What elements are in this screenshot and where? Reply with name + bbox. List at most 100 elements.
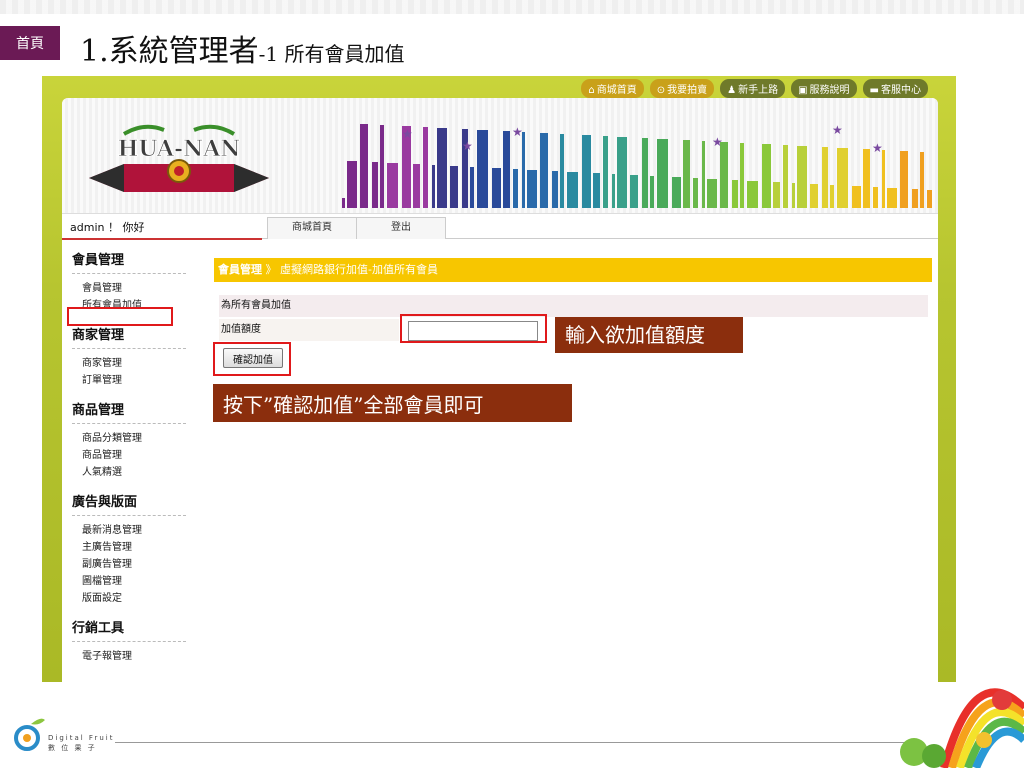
amount-label: 加值額度: [221, 324, 261, 335]
star-icon: ★: [402, 127, 413, 141]
breadcrumb-path: 虛擬網路銀行加值-加值所有會員: [280, 263, 438, 276]
skyline-building: [437, 128, 447, 208]
sidebar-section-marketing: 行銷工具 電子報管理: [62, 617, 192, 665]
skyline-building: [810, 184, 818, 208]
toplink-auction[interactable]: ⊙ 我要拍賣: [649, 79, 715, 98]
toplink-guide[interactable]: ♟ 新手上路: [720, 79, 786, 98]
skyline-building: [432, 165, 435, 208]
skyline-building: [552, 171, 558, 208]
footer-brand-en: Digital Fruit: [48, 734, 115, 742]
footer-brand: Digital Fruit 數 位 果 子: [48, 733, 114, 753]
sidebar-section-merchants: 商家管理 商家管理 訂單管理: [62, 324, 192, 389]
hua-nan-logo[interactable]: HUA-NAN: [84, 116, 274, 201]
skyline-building: [540, 133, 548, 208]
sidebar-section-products: 商品管理 商品分類管理 商品管理 人氣精選: [62, 399, 192, 481]
footer-divider: [115, 742, 910, 743]
sidebar-item-main-ad-manage[interactable]: 主廣告管理: [82, 539, 192, 556]
rainbow-decoration: [900, 688, 1024, 768]
skyline-building: [797, 146, 807, 208]
sidebar-item-category-manage[interactable]: 商品分類管理: [82, 430, 192, 447]
slide-title: 1.系統管理者-1 所有會員加值: [80, 26, 404, 70]
auction-icon: ⊙: [656, 85, 666, 96]
sidebar-section-title: 廣告與版面: [72, 491, 186, 516]
footer-brand-zh: 數 位 果 子: [48, 744, 97, 752]
skyline-building: [657, 139, 668, 208]
skyline-building: [707, 179, 717, 208]
slide-title-main: 1.系統管理者: [80, 34, 259, 69]
website-screenshot: ⌂ 商城首頁 ⊙ 我要拍賣 ♟ 新手上路 ▣ 服務說明 ▬ 客服中心 HUA-NAN ★ ★…: [42, 76, 956, 682]
skyline-building: [617, 137, 627, 208]
skyline-building: [882, 150, 885, 208]
skyline-building: [342, 198, 345, 208]
sidebar-section-members: 會員管理 會員管理 所有會員加值: [62, 249, 192, 314]
sidebar-item-order-manage[interactable]: 訂單管理: [82, 372, 192, 389]
sidebar-section-title: 商品管理: [72, 399, 186, 424]
star-icon: ★: [512, 125, 523, 139]
skyline-building: [522, 132, 525, 208]
sidebar-section-title: 會員管理: [72, 249, 186, 274]
slide-top-strip: [0, 0, 1024, 14]
toplink-support[interactable]: ▬ 客服中心: [862, 79, 928, 98]
toplink-service[interactable]: ▣ 服務說明: [791, 79, 857, 98]
skyline-building: [650, 176, 654, 208]
sidebar-item-merchant-manage[interactable]: 商家管理: [82, 355, 192, 372]
callout-button-hint: 按下”確認加值”全部會員即可: [213, 384, 572, 422]
tab-mall-home[interactable]: 商城首頁: [267, 217, 357, 239]
breadcrumb-separator: 》: [265, 263, 277, 276]
skyline-building: [642, 138, 648, 208]
city-skyline-graphic: ★ ★ ★ ★ ★ ★: [342, 123, 932, 208]
sidebar-item-layout-settings[interactable]: 版面設定: [82, 590, 192, 607]
home-icon: ⌂: [588, 85, 595, 96]
skyline-building: [740, 143, 744, 208]
skyline-building: [423, 127, 428, 208]
sidebar-item-popular-picks[interactable]: 人氣精選: [82, 464, 192, 481]
skyline-building: [863, 149, 870, 208]
skyline-building: [822, 147, 828, 208]
digital-fruit-logo-icon: [14, 718, 45, 751]
logo-text: HUA-NAN: [118, 136, 241, 162]
sidebar-item-image-manage[interactable]: 圖檔管理: [82, 573, 192, 590]
breadcrumb-section[interactable]: 會員管理: [218, 263, 262, 276]
highlight-sidebar-topup: [67, 307, 173, 326]
skyline-building: [513, 169, 518, 208]
skyline-building: [593, 173, 600, 208]
skyline-building: [372, 162, 378, 208]
skyline-building: [470, 167, 474, 208]
skyline-building: [413, 164, 420, 208]
skyline-building: [873, 187, 878, 208]
home-badge[interactable]: 首頁: [0, 26, 60, 60]
skyline-building: [527, 170, 537, 208]
chat-icon: ▬: [869, 85, 879, 96]
skyline-building: [347, 161, 357, 208]
tab-logout[interactable]: 登出: [356, 217, 446, 239]
user-icon: ♟: [727, 85, 737, 96]
skyline-building: [702, 141, 705, 208]
star-icon: ★: [712, 135, 723, 149]
toplink-home[interactable]: ⌂ 商城首頁: [581, 79, 644, 98]
skyline-building: [693, 178, 698, 208]
skyline-building: [900, 151, 908, 208]
sidebar-item-member-manage[interactable]: 會員管理: [82, 280, 192, 297]
top-nav: admin ！ 你好 商城首頁 登出: [62, 213, 938, 240]
sidebar-item-product-manage[interactable]: 商品管理: [82, 447, 192, 464]
highlight-amount-input: [400, 314, 547, 343]
skyline-building: [560, 134, 564, 208]
sidebar-item-news-manage[interactable]: 最新消息管理: [82, 522, 192, 539]
skyline-building: [492, 168, 501, 208]
skyline-building: [912, 189, 918, 208]
skyline-building: [887, 188, 897, 208]
skyline-building: [920, 152, 924, 208]
star-icon: ★: [872, 141, 883, 155]
sidebar-section-title: 商家管理: [72, 324, 186, 349]
skyline-building: [762, 144, 771, 208]
admin-sidebar: 會員管理 會員管理 所有會員加值 商家管理 商家管理 訂單管理 商品管理 商品分…: [62, 239, 192, 665]
sidebar-item-newsletter-manage[interactable]: 電子報管理: [82, 648, 192, 665]
form-header: 為所有會員加值: [219, 295, 928, 317]
sidebar-item-sub-ad-manage[interactable]: 副廣告管理: [82, 556, 192, 573]
skyline-building: [720, 142, 728, 208]
highlight-confirm-button: [213, 342, 291, 376]
skyline-building: [360, 124, 368, 208]
greeting-text: admin ！ 你好: [70, 221, 145, 234]
slide-title-sub: -1 所有會員加值: [258, 42, 405, 66]
skyline-building: [387, 163, 398, 208]
